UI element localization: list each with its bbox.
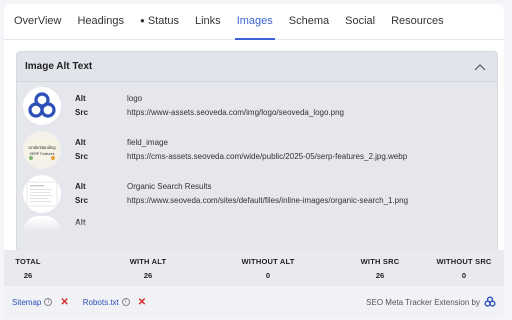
robots-status: Robots.txt i ✕ xyxy=(83,297,146,308)
sitemap-status: Sitemap i ✕ xyxy=(12,297,69,308)
tab-status-label: Status xyxy=(147,14,179,27)
src-value[interactable]: https://www.seoveda.com/sites/default/fi… xyxy=(127,194,408,208)
stat-label: TOTAL xyxy=(15,256,41,266)
src-label: Src xyxy=(75,108,88,117)
src-value[interactable]: https://www-assets.seoveda.com/img/logo/… xyxy=(127,106,344,120)
image-details: Alt field_image Src https://cms-assets.seo… xyxy=(75,136,407,164)
tab-resources[interactable]: Resources xyxy=(383,4,452,40)
image-list: Alt logo Src https://www-assets.seoveda.co… xyxy=(17,82,497,232)
image-row: Understanding SERP Features Alt field_ima… xyxy=(17,128,497,172)
stat-with-alt: WITH ALT 26 xyxy=(94,257,202,280)
tab-status[interactable]: ● Status xyxy=(132,4,187,40)
alt-label: Alt xyxy=(75,182,86,191)
error-x-icon: ✕ xyxy=(137,296,147,308)
src-label: Src xyxy=(75,196,88,205)
stat-label: WITH SRC xyxy=(360,256,400,266)
src-label: Src xyxy=(75,152,88,161)
accordion-header[interactable]: Image Alt Text xyxy=(17,52,497,82)
image-row: Alt Organic Search Results Src https://www… xyxy=(17,172,497,216)
stat-label: WITH ALT xyxy=(129,256,167,266)
image-alt-accordion: Image Alt Text Alt logo Src https://www-… xyxy=(16,51,498,250)
thumb-caption-2: SERP Features xyxy=(30,152,55,156)
seoveda-logo-icon xyxy=(23,87,61,125)
seoveda-logo-icon xyxy=(484,296,496,307)
alt-label: Alt xyxy=(75,138,86,147)
scroll-fade xyxy=(17,218,497,232)
image-details: Alt Organic Search Results Src https://www… xyxy=(75,180,408,208)
tab-links[interactable]: Links xyxy=(187,4,229,40)
brand-text: SEO Meta Tracker Extension by xyxy=(366,297,480,307)
stat-value: 26 xyxy=(375,270,385,280)
tab-images[interactable]: Images xyxy=(229,4,281,40)
info-icon[interactable]: i xyxy=(121,298,130,306)
tab-headings[interactable]: Headings xyxy=(69,4,131,40)
stat-label: WITHOUT SRC xyxy=(436,256,492,266)
stat-value: 26 xyxy=(23,270,33,280)
images-panel: Image Alt Text Alt logo Src https://www-… xyxy=(4,40,504,250)
alt-value: logo xyxy=(127,94,143,103)
error-x-icon: ✕ xyxy=(60,296,69,308)
stat-value: 26 xyxy=(143,270,153,280)
stat-value: 0 xyxy=(461,270,467,280)
tab-bar: OverView Headings ● Status Links Images S… xyxy=(4,4,504,40)
src-value[interactable]: https://cms-assets.seoveda.com/wide/publ… xyxy=(127,150,407,164)
stat-without-alt: WITHOUT ALT 0 xyxy=(228,257,308,280)
tab-schema[interactable]: Schema xyxy=(281,4,337,40)
robots-link[interactable]: Robots.txt xyxy=(83,298,119,307)
search-results-thumbnail xyxy=(23,175,61,213)
serp-features-thumbnail: Understanding SERP Features xyxy=(23,131,61,169)
image-row: Alt logo Src https://www-assets.seoveda.co… xyxy=(17,84,497,128)
stat-with-src: WITH SRC 26 xyxy=(340,257,420,280)
extension-frame: OverView Headings ● Status Links Images S… xyxy=(0,0,512,320)
thumb-caption-1: Understanding xyxy=(28,145,56,150)
stat-without-src: WITHOUT SRC 0 xyxy=(426,257,502,280)
extension-popup: OverView Headings ● Status Links Images S… xyxy=(4,4,504,318)
info-icon[interactable]: i xyxy=(44,298,53,306)
status-dot-icon: ● xyxy=(139,15,145,25)
tab-social[interactable]: Social xyxy=(337,4,383,40)
stat-value: 0 xyxy=(265,270,271,280)
brand-credit[interactable]: SEO Meta Tracker Extension by xyxy=(366,296,496,308)
tab-overview[interactable]: OverView xyxy=(4,4,69,40)
chevron-up-icon[interactable] xyxy=(473,60,487,74)
stat-total: TOTAL 26 xyxy=(4,257,52,280)
alt-value: Organic Search Results xyxy=(127,182,212,191)
sitemap-link[interactable]: Sitemap xyxy=(12,298,41,307)
alt-value: field_image xyxy=(127,138,168,147)
image-stats-bar: TOTAL 26 WITH ALT 26 WITHOUT ALT 0 WITH … xyxy=(4,250,504,286)
footer: Sitemap i ✕ Robots.txt i ✕ SEO Meta Trac… xyxy=(4,286,504,318)
alt-label: Alt xyxy=(75,94,86,103)
stat-label: WITHOUT ALT xyxy=(241,256,295,266)
image-details: Alt logo Src https://www-assets.seoveda.co… xyxy=(75,92,344,120)
accordion-title: Image Alt Text xyxy=(25,61,93,72)
